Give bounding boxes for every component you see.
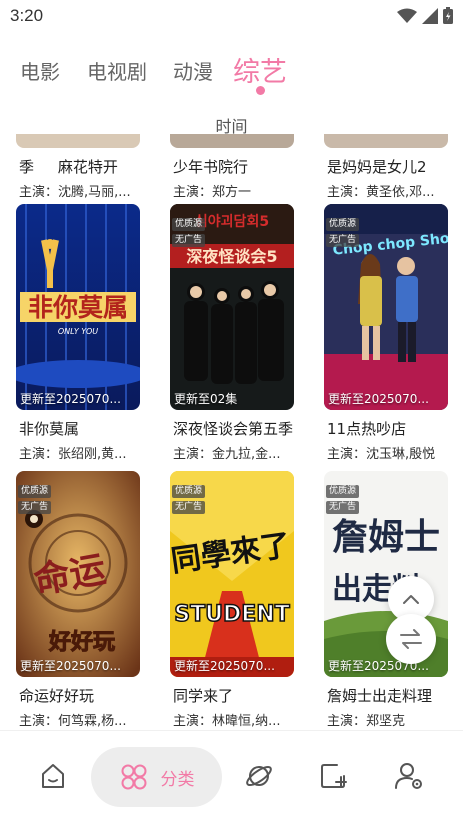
nav-profile[interactable] <box>384 751 434 801</box>
tab-variety[interactable]: 综艺 <box>233 50 287 89</box>
svg-text:詹姆士: 詹姆士 <box>332 517 440 558</box>
nav-discover[interactable] <box>234 751 284 801</box>
swap-icon <box>400 629 422 649</box>
card-cast: 主演：金九拉,金... <box>173 447 281 462</box>
status-time: 3:20 <box>10 6 44 25</box>
poster-image <box>170 134 294 148</box>
quality-badge: 优质源 <box>326 485 360 498</box>
card-title: 深夜怪谈会第五季 <box>173 420 294 438</box>
category-tabs: 电影 电视剧 动漫 综艺 <box>0 46 463 96</box>
poster-image: Chop chop Show 优质源 无广告 更新至2025070... <box>324 204 448 410</box>
svg-text:非你莫属: 非你莫属 <box>28 293 128 322</box>
poster-image: 命运 好好玩 优质源 无广告 更新至2025070... <box>16 471 140 677</box>
tab-anime[interactable]: 动漫 <box>173 56 213 85</box>
quality-badge: 优质源 <box>326 218 360 231</box>
nav-category[interactable]: 分类 <box>91 747 222 807</box>
card-cast: 主演：黄圣依,邓... <box>327 185 435 200</box>
no-ads-badge: 无广告 <box>326 234 360 247</box>
status-bar: 3:20 <box>0 0 463 34</box>
card-title: 11点热吵店 <box>327 420 407 438</box>
card-cast: 主演：林暐恒,纳... <box>173 714 281 729</box>
poster-image: 심야괴담회5 深夜怪谈会5 优质源 无广告 更新至02集 <box>170 204 294 410</box>
status-icons <box>397 7 453 24</box>
scroll-top-icon <box>403 595 419 604</box>
signal-icon <box>422 7 438 24</box>
card-cast: 主演：郑方一 <box>173 185 252 200</box>
card-cast: 主演：张绍刚,黄... <box>19 447 127 462</box>
card-cast: 主演：沈玉琳,殷悦 <box>327 447 436 462</box>
no-ads-badge: 无广告 <box>172 234 206 247</box>
quality-badge: 优质源 <box>18 485 52 498</box>
update-status: 更新至2025070... <box>328 392 429 406</box>
update-status: 更新至2025070... <box>20 659 121 673</box>
card-title: 是妈妈是女儿2 <box>327 158 427 176</box>
update-status: 更新至2025070... <box>174 659 275 673</box>
quality-badge: 优质源 <box>172 218 206 231</box>
no-ads-badge: 无广告 <box>172 501 206 514</box>
card-title: 命运好好玩 <box>19 687 95 705</box>
card-title: 詹姆士出走料理 <box>327 687 433 705</box>
card-cast: 主演：郑坚克 <box>327 714 406 729</box>
card-cast: 主演：何笃霖,杨... <box>19 714 127 729</box>
tab-movie[interactable]: 电影 <box>20 56 60 85</box>
card-title: 季 麻花特开 <box>19 158 118 176</box>
add-icon <box>321 764 347 788</box>
nav-category-label: 分类 <box>160 769 195 790</box>
wifi-icon <box>397 8 417 23</box>
svg-text:深夜怪谈会5: 深夜怪谈会5 <box>186 247 277 266</box>
poster-image: 同學來了 STUDENT 优质源 无广告 更新至2025070... <box>170 471 294 677</box>
planet-icon <box>246 765 272 787</box>
poster-image: 非你莫属 ONLY YOU 更新至2025070... <box>16 204 140 410</box>
quality-badge: 优质源 <box>172 485 206 498</box>
bottom-nav: 分类 <box>0 730 463 824</box>
battery-icon <box>443 7 453 24</box>
category-icon <box>121 764 146 790</box>
no-ads-badge: 无广告 <box>326 501 360 514</box>
card-cast: 主演：沈腾,马丽,... <box>19 185 131 200</box>
tab-tv-series[interactable]: 电视剧 <box>87 56 147 85</box>
user-settings-icon <box>395 763 422 789</box>
no-ads-badge: 无广告 <box>18 501 52 514</box>
svg-text:STUDENT: STUDENT <box>174 602 289 627</box>
nav-add[interactable] <box>308 751 358 801</box>
card-title: 同学来了 <box>173 687 234 705</box>
poster-image <box>16 134 140 148</box>
poster-image <box>324 134 448 148</box>
update-status: 更新至02集 <box>174 392 238 406</box>
svg-text:심야괴담회5: 심야괴담회5 <box>195 213 269 230</box>
svg-text:ONLY YOU: ONLY YOU <box>58 327 98 336</box>
nav-home[interactable] <box>28 751 78 801</box>
svg-text:好好玩: 好好玩 <box>48 629 115 655</box>
card-title: 非你莫属 <box>19 420 80 438</box>
active-tab-indicator <box>256 86 265 95</box>
update-status: 更新至2025070... <box>20 392 121 406</box>
home-icon <box>42 764 64 788</box>
card-title: 少年书院行 <box>173 158 249 176</box>
swap-source-button[interactable] <box>386 614 436 664</box>
